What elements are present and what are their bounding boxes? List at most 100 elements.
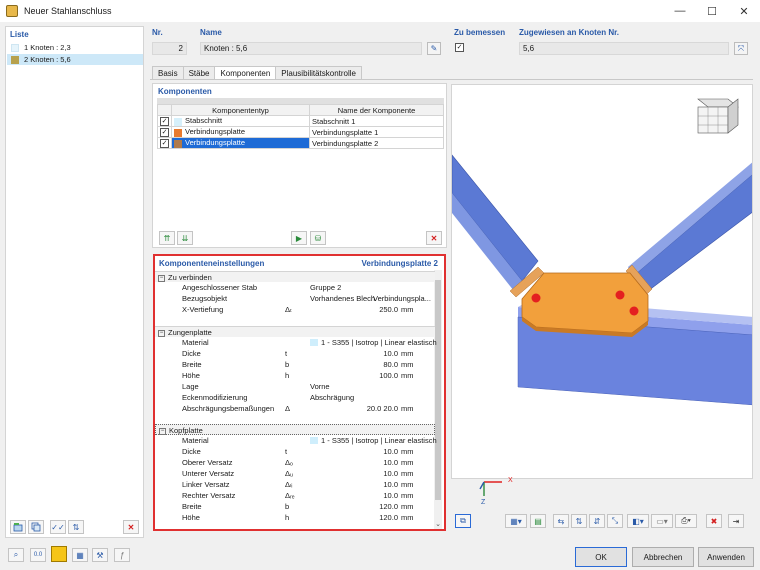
move-up-button[interactable]: ⇈ xyxy=(159,231,175,245)
units-icon[interactable]: 0.0 xyxy=(30,548,46,562)
function-icon[interactable]: ƒ xyxy=(114,548,130,562)
table-icon[interactable]: ▦ xyxy=(72,548,88,562)
name-label: Name xyxy=(200,28,222,37)
tab-content-border xyxy=(150,79,753,80)
edit-name-icon[interactable]: ✎ xyxy=(427,42,441,55)
display-dropdown[interactable]: ▦▾ xyxy=(505,514,527,528)
view-iso-button[interactable]: ⤡ xyxy=(607,514,623,528)
view-x-button[interactable]: ⇆ xyxy=(553,514,569,528)
delete-component-button[interactable]: ✕ xyxy=(426,231,442,245)
row-angeschlossener-stab[interactable]: Angeschlossener Stab Gruppe 2 xyxy=(155,282,435,293)
table-row[interactable]: ✓ Verbindungsplatte Verbindungsplatte 1 xyxy=(157,126,444,138)
component-name[interactable]: Stabschnitt 1 xyxy=(309,115,444,127)
library-button[interactable]: ⛁ xyxy=(310,231,326,245)
nodes-group: Zugewiesen an Knoten Nr. 5,6 ⤧ xyxy=(516,26,753,58)
col-name-header: Name der Komponente xyxy=(309,104,444,116)
table-row-selected[interactable]: ✓ Verbindungsplatte Verbindungsplatte 2 xyxy=(157,137,444,149)
view-options-button[interactable]: ⧉ xyxy=(455,514,471,528)
row-dicke[interactable]: Dicke t 10.0 mm xyxy=(155,446,435,457)
row-x-vertiefung[interactable]: X-Vertiefung Δₜ 250.0 mm xyxy=(155,304,435,315)
row-checkbox[interactable]: ✓ xyxy=(160,128,169,137)
list-item-color xyxy=(11,43,19,52)
maximize-button[interactable]: ☐ xyxy=(696,0,728,22)
component-type: Stabschnitt xyxy=(185,116,223,126)
new-connection-button[interactable] xyxy=(10,520,26,534)
3d-viewer[interactable] xyxy=(451,84,753,479)
search-icon[interactable]: ⌕ xyxy=(8,548,24,562)
component-type: Verbindungsplatte xyxy=(185,138,246,148)
group-zungenplatte[interactable]: − Zungenplatte xyxy=(155,326,435,337)
tab-plausibilitaet[interactable]: Plausibilitätskontrolle xyxy=(275,66,362,80)
row-abschraegungsbemassungen[interactable]: Abschrägungsbemaßungen Δ 20.0 20.0 mm xyxy=(155,403,435,414)
add-component-button[interactable]: ▶ xyxy=(291,231,307,245)
minimize-button[interactable]: — xyxy=(664,0,696,22)
axis-x-label: X xyxy=(508,477,513,484)
close-window-button[interactable]: ✕ xyxy=(728,0,760,22)
move-down-button[interactable]: ⇊ xyxy=(177,231,193,245)
row-checkbox[interactable]: ✓ xyxy=(160,117,169,126)
settings-subtitle: Verbindungsplatte 2 xyxy=(361,259,438,268)
row-hoehe[interactable]: Höhe h 120.0 mm xyxy=(155,512,435,523)
component-name[interactable]: Verbindungsplatte 1 xyxy=(309,126,444,138)
list-item[interactable]: 1 Knoten : 2,3 xyxy=(7,42,143,53)
copy-connection-button[interactable] xyxy=(28,520,44,534)
window-title: Neuer Stahlanschluss xyxy=(24,6,112,16)
color-icon[interactable] xyxy=(51,546,67,562)
section-dropdown[interactable]: ▭▾ xyxy=(651,514,673,528)
select-nodes-icon[interactable]: ⤧ xyxy=(734,42,748,55)
visibility-dropdown[interactable]: ◧▾ xyxy=(627,514,649,528)
view-y-button[interactable]: ⇅ xyxy=(571,514,587,528)
row-hoehe[interactable]: Höhe h 100.0 mm xyxy=(155,370,435,381)
group-kopfplatte[interactable]: − Kopfplatte xyxy=(155,424,435,435)
export-button[interactable]: ⇥ xyxy=(728,514,744,528)
list-item-label: 1 Knoten : 2,3 xyxy=(24,43,71,52)
ok-button[interactable]: OK xyxy=(575,547,627,567)
sort-button[interactable]: ⇅ xyxy=(68,520,84,534)
row-rechter-versatz[interactable]: Rechter Versatz Δᵣₑ 10.0 mm xyxy=(155,490,435,501)
list-item-selected[interactable]: 2 Knoten : 5,6 xyxy=(7,54,143,65)
settings-scrollbar[interactable]: ⌄ xyxy=(434,270,442,529)
view-cube-icon[interactable] xyxy=(697,98,739,134)
cancel-button[interactable]: Abbrechen xyxy=(632,547,694,567)
nr-label: Nr. xyxy=(152,28,163,37)
row-bezugsobjekt[interactable]: Bezugsobjekt Vorhandenes Blech Verbindungs… xyxy=(155,293,435,304)
row-breite[interactable]: Breite b 80.0 mm xyxy=(155,359,435,370)
check-button[interactable]: ✓✓ xyxy=(50,520,66,534)
row-material[interactable]: Material 1 - S355 | Isotrop | Linear elas… xyxy=(155,337,437,348)
row-breite[interactable]: Breite b 120.0 mm xyxy=(155,501,435,512)
component-color xyxy=(174,139,182,148)
material-color xyxy=(310,339,318,346)
col-type-header: Komponententyp xyxy=(171,104,310,116)
row-linker-versatz[interactable]: Linker Versatz Δₗᵢ 10.0 mm xyxy=(155,479,435,490)
apply-button[interactable]: Anwenden xyxy=(698,547,754,567)
name-group: Name Knoten : 5,6 ✎ xyxy=(197,26,445,58)
print-dropdown[interactable]: ⎙▾ xyxy=(675,514,697,528)
row-material[interactable]: Material 1 - S355 | Isotrop | Linear elas… xyxy=(155,435,437,446)
settings-title: Komponenteneinstellungen xyxy=(159,259,265,268)
design-checkbox[interactable]: ✓ xyxy=(455,43,464,52)
render-button[interactable]: ▤ xyxy=(530,514,546,528)
tab-staebe[interactable]: Stäbe xyxy=(182,66,216,80)
row-lage[interactable]: Lage Vorne xyxy=(155,381,435,392)
row-oberer-versatz[interactable]: Oberer Versatz Δₒ 10.0 mm xyxy=(155,457,435,468)
group-zu-verbinden[interactable]: − Zu verbinden xyxy=(155,271,435,282)
reset-view-button[interactable]: ✖ xyxy=(706,514,722,528)
view-z-button[interactable]: ⇵ xyxy=(589,514,605,528)
wizard-icon[interactable]: ⚒ xyxy=(92,548,108,562)
nr-field[interactable]: 2 xyxy=(152,42,187,55)
name-field[interactable]: Knoten : 5,6 xyxy=(200,42,422,55)
nodes-field[interactable]: 5,6 xyxy=(519,42,729,55)
tab-komponenten[interactable]: Komponenten xyxy=(214,66,277,80)
delete-connection-button[interactable]: ✕ xyxy=(123,520,139,534)
row-eckenmodifizierung[interactable]: Eckenmodifizierung Abschrägung xyxy=(155,392,435,403)
component-type: Verbindungsplatte xyxy=(185,127,246,137)
list-item-label: 2 Knoten : 5,6 xyxy=(24,55,71,64)
tab-basis[interactable]: Basis xyxy=(152,66,184,80)
axis-z-label: Z xyxy=(481,499,486,506)
row-dicke[interactable]: Dicke t 10.0 mm xyxy=(155,348,435,359)
row-unterer-versatz[interactable]: Unterer Versatz Δᵤ 10.0 mm xyxy=(155,468,435,479)
table-row[interactable]: ✓ Stabschnitt Stabschnitt 1 xyxy=(157,115,444,127)
component-name[interactable]: Verbindungsplatte 2 xyxy=(309,137,444,149)
row-checkbox[interactable]: ✓ xyxy=(160,139,169,148)
components-panel: Komponenten Komponententyp Name der Komp… xyxy=(152,83,447,248)
